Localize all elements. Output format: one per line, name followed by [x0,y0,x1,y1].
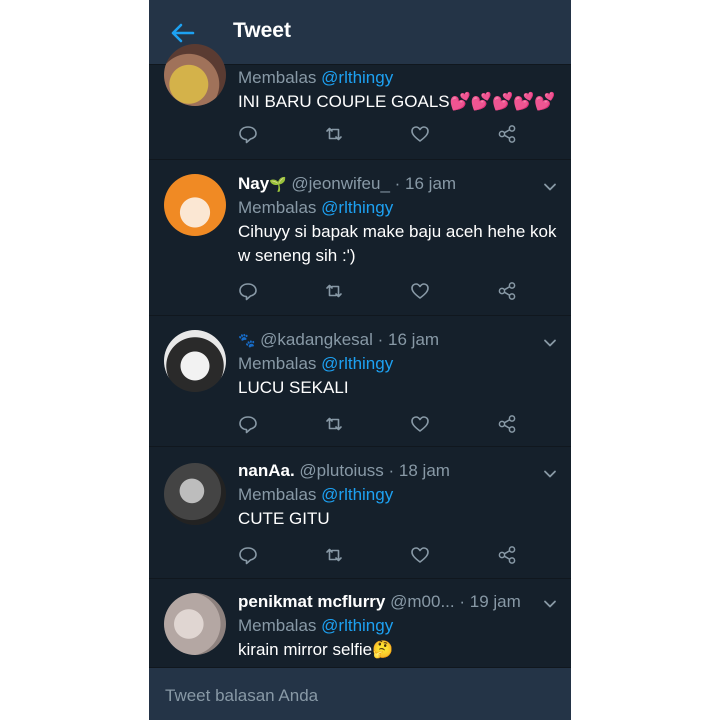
tweet-actions [238,545,528,567]
retweet-icon[interactable] [324,124,344,144]
reply-context: Membalas @rlthingy [238,198,394,217]
tweet-text: CUTE GITU [238,509,330,528]
avatar[interactable] [164,44,226,106]
reply-context: Membalas @rlthingy [238,616,394,635]
tweet-header: nanAa. @plutoiuss · 18 jam [238,461,450,480]
retweet-icon[interactable] [324,545,344,565]
avatar[interactable] [164,330,226,392]
mention-link[interactable]: @rlthingy [321,485,393,504]
timestamp[interactable]: 16 jam [405,174,456,193]
tweet-actions [238,414,528,436]
avatar[interactable] [164,463,226,525]
timestamp[interactable]: 18 jam [399,461,450,480]
heart-icon[interactable] [410,281,430,301]
share-icon[interactable] [497,414,517,434]
chevron-down-icon[interactable] [543,597,557,611]
name-emoji: 🌱 [269,176,287,192]
mention-link[interactable]: @rlthingy [321,198,393,217]
timestamp[interactable]: 19 jam [470,592,521,611]
reply-tweet[interactable]: nanAa. @plutoiuss · 18 jam Membalas @rlt… [149,447,571,579]
tweet-header: Nay🌱 @jeonwifeu_ · 16 jam [238,174,457,193]
display-name[interactable]: penikmat mcflurry [238,592,385,611]
reply-tweet[interactable]: Membalas @rlthingy INI BARU COUPLE GOALS… [149,44,571,160]
display-name[interactable]: nanAa. [238,461,295,480]
arrow-left-icon[interactable] [169,20,195,46]
username[interactable]: @kadangkesal [260,330,373,349]
share-icon[interactable] [497,281,517,301]
page-title: Tweet [233,19,291,42]
chevron-down-icon[interactable] [543,336,557,350]
reply-tweet[interactable]: penikmat mcflurry @m00... · 19 jam Memba… [149,579,571,667]
reply-icon[interactable] [238,281,258,301]
share-icon[interactable] [497,124,517,144]
display-name[interactable]: Nay [238,174,269,193]
share-icon[interactable] [497,545,517,565]
timestamp[interactable]: 16 jam [388,330,439,349]
username[interactable]: @jeonwifeu_ [291,174,390,193]
name-emoji: 🐾 [238,332,256,348]
chevron-down-icon[interactable] [543,467,557,481]
reply-context: Membalas @rlthingy [238,354,394,373]
tweet-text: INI BARU COUPLE GOALS💕💕💕💕💕 [238,92,556,111]
reply-context: Membalas @rlthingy [238,68,394,87]
reply-tweet[interactable]: 🐾 @kadangkesal · 16 jam Membalas @rlthin… [149,316,571,447]
reply-input[interactable] [163,682,557,710]
avatar[interactable] [164,593,226,655]
tweet-text: LUCU SEKALI [238,378,349,397]
reply-composer [149,667,571,720]
retweet-icon[interactable] [324,281,344,301]
mention-link[interactable]: @rlthingy [321,68,393,87]
tweet-text: kirain mirror selfie🤔 [238,640,394,659]
tweet-header: penikmat mcflurry @m00... · 19 jam [238,592,521,611]
avatar[interactable] [164,174,226,236]
tweet-actions [238,124,528,146]
heart-icon[interactable] [410,545,430,565]
tweet-actions [238,281,528,303]
reply-icon[interactable] [238,545,258,565]
reply-context: Membalas @rlthingy [238,485,394,504]
reply-icon[interactable] [238,124,258,144]
tweet-text: Cihuyy si bapak make baju aceh hehe kok … [238,222,557,265]
mention-link[interactable]: @rlthingy [321,354,393,373]
reply-tweet[interactable]: Nay🌱 @jeonwifeu_ · 16 jam Membalas @rlth… [149,160,571,316]
username[interactable]: @m00... [390,592,455,611]
heart-icon[interactable] [410,414,430,434]
retweet-icon[interactable] [324,414,344,434]
username[interactable]: @plutoiuss [299,461,383,480]
reply-icon[interactable] [238,414,258,434]
heart-icon[interactable] [410,124,430,144]
tweet-header: 🐾 @kadangkesal · 16 jam [238,330,440,349]
chevron-down-icon[interactable] [543,180,557,194]
phone-screen: Tweet Membalas @rlthingy INI BARU COUPLE… [149,0,571,720]
mention-link[interactable]: @rlthingy [321,616,393,635]
